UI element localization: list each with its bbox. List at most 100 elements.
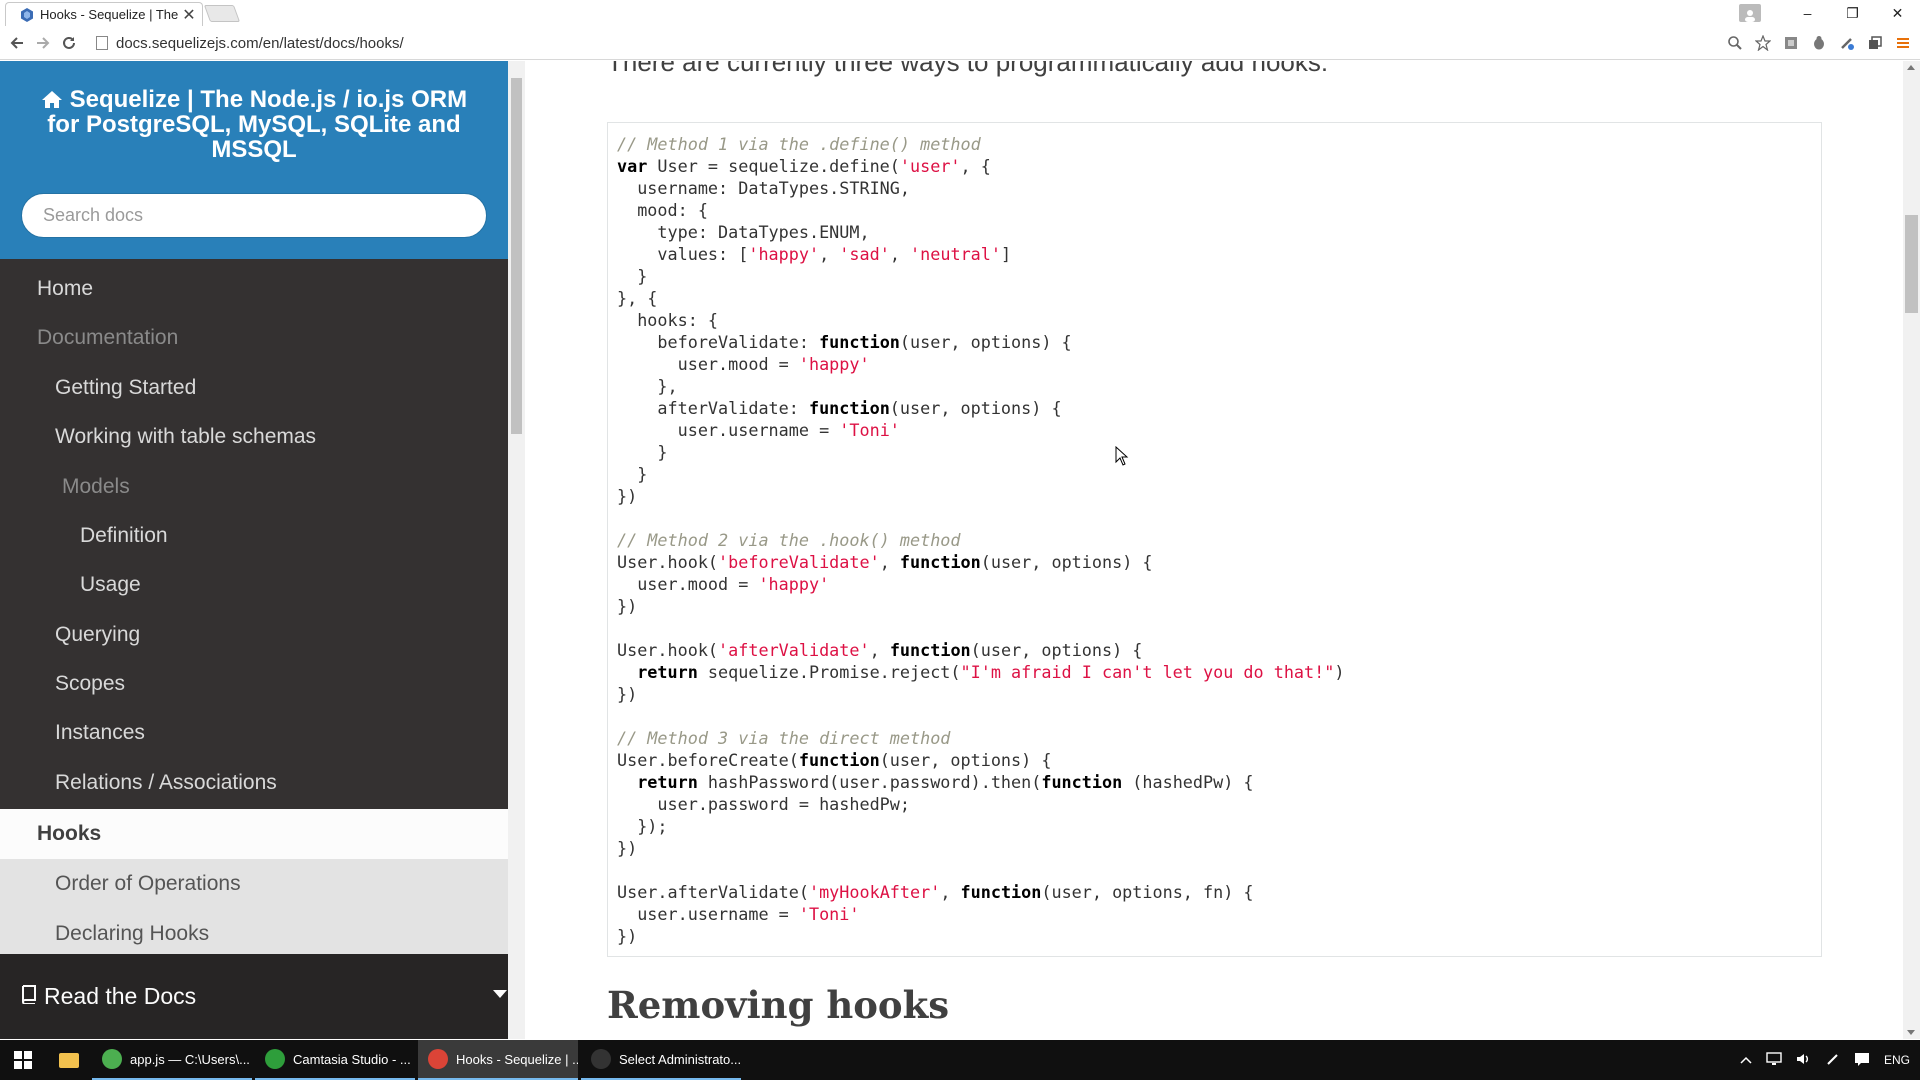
sidebar-item-home[interactable]: Home	[0, 264, 508, 313]
profile-icon[interactable]	[1739, 4, 1761, 22]
sidebar-scrollbar[interactable]	[508, 61, 525, 1039]
taskbar-app-editor[interactable]: app.js — C:\Users\...	[92, 1040, 252, 1080]
code-line: return hashPassword(user.password).then(…	[617, 772, 1254, 792]
sidebar-item-querying[interactable]: Querying	[0, 610, 508, 659]
taskbar-app-chrome[interactable]: Hooks - Sequelize | ...	[418, 1040, 578, 1080]
back-arrow-icon[interactable]	[4, 30, 30, 56]
caret-down-icon[interactable]	[493, 990, 507, 998]
code-line: })	[617, 596, 638, 616]
camtasia-app-icon	[265, 1049, 285, 1069]
page-scrollbar[interactable]	[1903, 61, 1920, 1039]
code-line: beforeValidate: function(user, options) …	[617, 332, 1072, 352]
sidebar-item-label: Home	[37, 276, 94, 300]
heading-removing-hooks: Removing hooks	[607, 983, 950, 1027]
read-the-docs-bar[interactable]: Read the Docs	[0, 954, 525, 1039]
close-window-button[interactable]: ✕	[1875, 5, 1920, 22]
code-line: return sequelize.Promise.reject("I'm afr…	[617, 662, 1345, 682]
scroll-up-arrow-icon[interactable]	[1907, 65, 1915, 70]
extension-pen-icon[interactable]	[1838, 34, 1856, 52]
extension-bug-icon[interactable]	[1810, 34, 1828, 52]
page-scrollbar-thumb[interactable]	[1905, 215, 1918, 313]
pen-icon[interactable]	[1826, 1052, 1840, 1069]
code-line: }	[617, 266, 648, 286]
main-content: There are currently three ways to progra…	[525, 61, 1895, 1039]
code-line: afterValidate: function(user, options) {	[617, 398, 1062, 418]
search-placeholder: Search docs	[43, 205, 144, 225]
code-line: var User = sequelize.define('user', {	[617, 156, 991, 176]
menu-icon[interactable]	[1894, 34, 1912, 52]
new-tab-button[interactable]	[203, 5, 241, 22]
url-text: docs.sequelizejs.com/en/latest/docs/hook…	[116, 34, 404, 52]
windows-taskbar: app.js — C:\Users\... Camtasia Studio - …	[0, 1040, 1920, 1080]
start-button[interactable]	[0, 1040, 46, 1080]
network-icon[interactable]	[1766, 1051, 1782, 1069]
language-indicator[interactable]: ENG	[1884, 1053, 1910, 1067]
sidebar-item-declaring-hooks[interactable]: Declaring Hooks	[0, 909, 508, 959]
code-line: // Method 2 via the .hook() method	[617, 530, 961, 550]
code-line: // Method 3 via the direct method	[617, 728, 951, 748]
code-line: values: ['happy', 'sad', 'neutral']	[617, 244, 1012, 264]
code-block: // Method 1 via the .define() method var …	[607, 122, 1822, 957]
sidebar-scrollbar-thumb[interactable]	[511, 78, 522, 434]
forward-arrow-icon[interactable]	[30, 30, 56, 56]
code-line: });	[617, 816, 668, 836]
zoom-icon[interactable]	[1726, 34, 1744, 52]
sidebar-item-usage[interactable]: Usage	[0, 560, 508, 609]
book-icon	[20, 984, 38, 1010]
sidebar-item-associations[interactable]: Relations / Associations	[0, 758, 508, 807]
sidebar-item-label: Models	[62, 474, 130, 498]
sidebar-item-models[interactable]: Models	[0, 462, 508, 511]
taskbar-app-cmd[interactable]: Select Administrato...	[581, 1040, 741, 1080]
address-bar[interactable]: docs.sequelizejs.com/en/latest/docs/hook…	[96, 30, 1756, 56]
system-tray: ENG	[1740, 1040, 1920, 1080]
scroll-down-arrow-icon[interactable]	[1907, 1030, 1915, 1035]
site-title-link[interactable]: Sequelize | The Node.js / io.js ORM for …	[30, 87, 478, 162]
code-line: }, {	[617, 288, 658, 308]
tray-chevron-up-icon[interactable]	[1740, 1053, 1752, 1067]
sequelize-favicon-icon	[21, 7, 33, 22]
code-line: })	[617, 926, 638, 946]
sidebar-item-table-schemas[interactable]: Working with table schemas	[0, 412, 508, 461]
reload-icon[interactable]	[56, 30, 82, 56]
code-line: User.hook('beforeValidate', function(use…	[617, 552, 1153, 572]
sidebar-nav: Home Documentation Getting Started Worki…	[0, 259, 508, 1015]
intro-paragraph: There are currently three ways to progra…	[607, 61, 1329, 77]
home-icon	[41, 86, 70, 113]
extension-grid-icon[interactable]	[1782, 34, 1800, 52]
sidebar-item-documentation[interactable]: Documentation	[0, 313, 508, 362]
docs-sidebar: Sequelize | The Node.js / io.js ORM for …	[0, 61, 525, 1039]
read-the-docs-label: Read the Docs	[44, 983, 197, 1009]
code-line: User.afterValidate('myHookAfter', functi…	[617, 882, 1254, 902]
search-docs-input[interactable]: Search docs	[21, 193, 487, 238]
page-viewport: Sequelize | The Node.js / io.js ORM for …	[0, 61, 1920, 1039]
sidebar-item-order-of-operations[interactable]: Order of Operations	[0, 859, 508, 909]
sidebar-item-getting-started[interactable]: Getting Started	[0, 363, 508, 412]
code-line: type: DataTypes.ENUM,	[617, 222, 870, 242]
browser-tab[interactable]: Hooks - Sequelize | The N ✕	[5, 2, 203, 26]
notifications-icon[interactable]	[1854, 1052, 1870, 1069]
restore-button[interactable]: ❐	[1830, 5, 1875, 22]
sidebar-item-scopes[interactable]: Scopes	[0, 659, 508, 708]
taskbar-app-label: app.js — C:\Users\...	[130, 1051, 250, 1067]
code-line: username: DataTypes.STRING,	[617, 178, 910, 198]
minimize-button[interactable]: –	[1785, 5, 1830, 21]
sidebar-item-hooks[interactable]: Hooks	[0, 809, 508, 859]
bookmark-star-icon[interactable]	[1754, 34, 1772, 52]
code-line: },	[617, 376, 678, 396]
taskbar-app-camtasia[interactable]: Camtasia Studio - ...	[255, 1040, 415, 1080]
sidebar-item-definition[interactable]: Definition	[0, 511, 508, 560]
volume-icon[interactable]	[1796, 1052, 1812, 1069]
sidebar-item-label: Getting Started	[55, 375, 197, 399]
sidebar-item-label: Querying	[55, 622, 141, 646]
sidebar-item-instances[interactable]: Instances	[0, 708, 508, 757]
extension-windows-icon[interactable]	[1866, 34, 1884, 52]
window-controls: – ❐ ✕	[1739, 0, 1920, 26]
code-line: }	[617, 464, 648, 484]
tab-close-icon[interactable]: ✕	[182, 5, 196, 25]
file-explorer-button[interactable]	[46, 1040, 92, 1080]
sidebar-item-label: Relations / Associations	[55, 770, 277, 794]
code-line: hooks: {	[617, 310, 719, 330]
sidebar-item-label: Instances	[55, 720, 145, 744]
